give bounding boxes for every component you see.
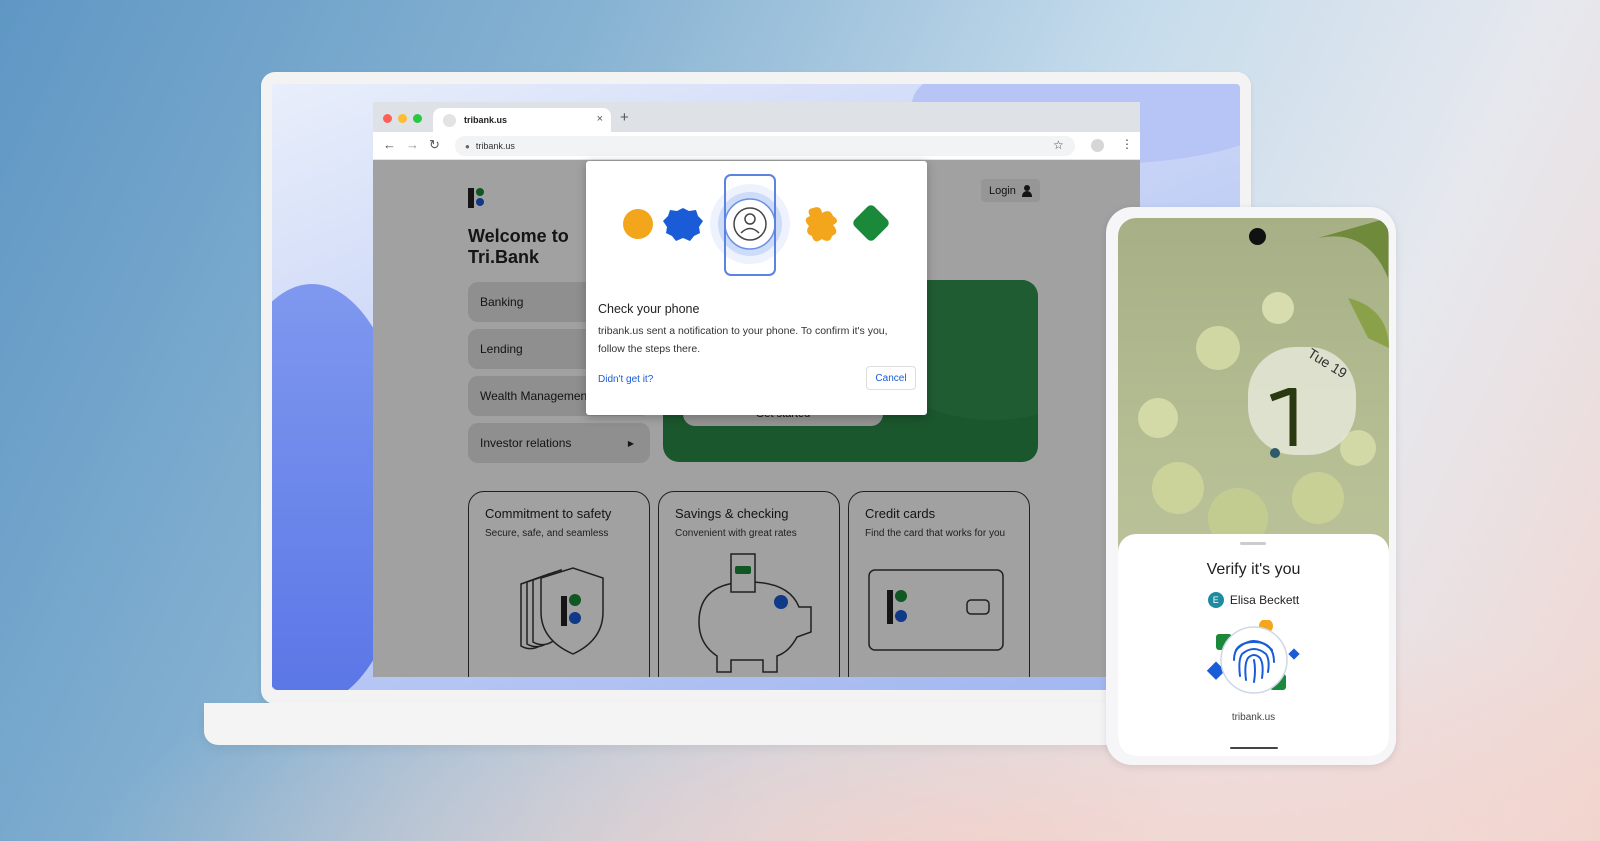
browser-toolbar: ← → ↻ ● tribank.us ☆ ⋮ (373, 132, 1140, 160)
new-tab-button[interactable]: + (620, 109, 629, 126)
laptop-base (204, 703, 1250, 745)
browser-menu-icon[interactable]: ⋮ (1121, 137, 1133, 151)
phone: Tue 19 Verify it's you E Elisa Beckett t… (1106, 207, 1396, 765)
minimize-window-dot[interactable] (398, 114, 407, 123)
forward-icon[interactable]: → (406, 137, 419, 152)
phone-screen: Tue 19 Verify it's you E Elisa Beckett t… (1118, 218, 1389, 756)
lock-icon: ● (465, 141, 470, 151)
profile-avatar[interactable] (1091, 139, 1104, 152)
tab-tribank[interactable]: tribank.us × (433, 108, 611, 132)
clock-hand-icon (1269, 388, 1297, 458)
tab-close-icon[interactable]: × (597, 113, 603, 125)
avatar: E (1207, 592, 1224, 608)
blue-flower-shape (663, 208, 703, 241)
favicon-icon (443, 113, 456, 127)
dialog-body: tribank.us sent a notification to your p… (598, 325, 888, 355)
phone-illustration (623, 174, 889, 276)
green-diamond-shape (853, 205, 889, 241)
requesting-site: tribank.us (1231, 712, 1276, 723)
address-bar[interactable]: ● tribank.us (455, 136, 1075, 156)
maximize-window-dot[interactable] (413, 114, 422, 123)
tab-title: tribank.us (464, 115, 508, 125)
reload-icon[interactable]: ↻ (429, 137, 440, 153)
account-name: Elisa Beckett (1229, 593, 1300, 607)
didnt-get-it-link[interactable]: Didn't get it? (598, 374, 653, 385)
verify-title: Verify it's you (1206, 561, 1301, 578)
front-camera (1249, 228, 1266, 245)
yellow-clover-shape (805, 207, 837, 242)
dialog-title: Check your phone (598, 302, 700, 316)
bookmark-star-icon[interactable]: ☆ (1053, 138, 1064, 152)
close-window-dot[interactable] (383, 114, 392, 123)
fingerprint-icon[interactable] (1204, 620, 1304, 700)
sheet-handle[interactable] (1240, 542, 1266, 545)
gesture-navbar[interactable] (1230, 747, 1278, 749)
verify-bottom-sheet: Verify it's you E Elisa Beckett tribank.… (1118, 534, 1389, 756)
yellow-circle-shape (623, 209, 653, 239)
tab-strip: tribank.us × + (373, 102, 1140, 132)
account-chip: E Elisa Beckett (1118, 592, 1389, 608)
url-text: tribank.us (475, 141, 515, 151)
back-icon[interactable]: ← (383, 137, 396, 152)
cancel-button[interactable]: Cancel (866, 366, 916, 390)
check-phone-dialog: Check your phone tribank.us sent a notif… (586, 161, 927, 415)
